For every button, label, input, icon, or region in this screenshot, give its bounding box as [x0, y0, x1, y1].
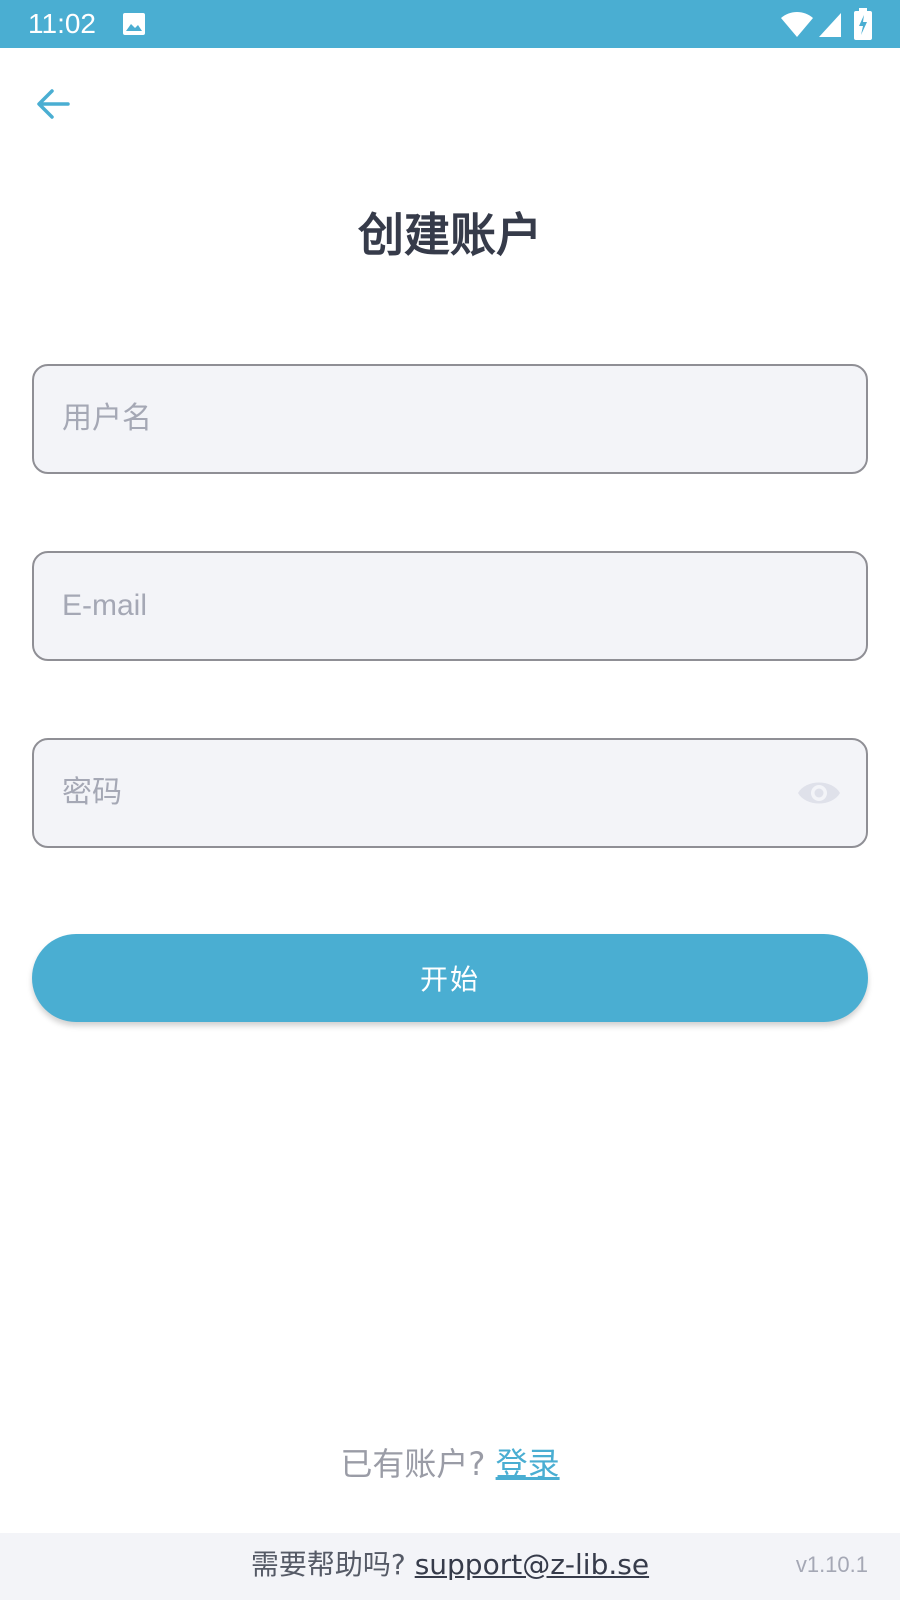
app-version: v1.10.1	[795, 1552, 868, 1577]
login-prompt: 已有账户? 登录	[0, 1442, 900, 1486]
back-button[interactable]	[30, 80, 78, 128]
footer: 需要帮助吗? support@z-lib.se v1.10.1	[0, 1533, 900, 1600]
eye-icon[interactable]	[796, 773, 842, 813]
status-time: 11:02	[28, 8, 96, 39]
password-input[interactable]	[62, 740, 802, 846]
arrow-left-icon	[37, 89, 70, 119]
battery-charging-icon	[854, 8, 872, 40]
email-input[interactable]	[62, 553, 802, 659]
username-input[interactable]	[62, 366, 802, 472]
help-row: 需要帮助吗? support@z-lib.se	[0, 1545, 900, 1585]
create-account-screen: 11:02 创建账户 用户名 E-mail 开始 已有账户? 登录 需要帮助吗?…	[0, 0, 900, 1600]
email-field[interactable]	[32, 551, 868, 661]
status-bar: 11:02	[0, 0, 900, 48]
page-title: 创建账户	[358, 208, 542, 262]
login-link[interactable]: 登录	[496, 1445, 560, 1483]
password-field[interactable]	[32, 738, 868, 848]
start-button[interactable]: 开始	[32, 934, 868, 1022]
image-icon	[123, 13, 145, 35]
signal-icon	[819, 13, 841, 37]
help-text: 需要帮助吗?	[250, 1548, 406, 1581]
username-field[interactable]	[32, 364, 868, 474]
support-email-link[interactable]: support@z-lib.se	[415, 1548, 649, 1581]
wifi-icon	[781, 12, 813, 37]
login-prompt-text: 已有账户?	[340, 1445, 486, 1483]
